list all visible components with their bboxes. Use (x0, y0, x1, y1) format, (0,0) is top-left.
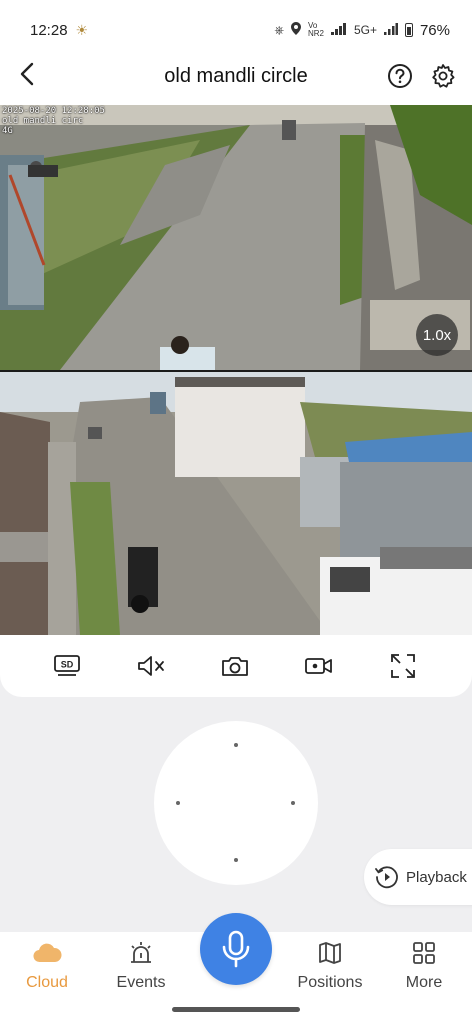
volte-icon: Vo NR2 (307, 21, 324, 38)
talk-button[interactable] (200, 913, 272, 985)
help-icon (388, 64, 412, 88)
nav-cloud[interactable]: Cloud (7, 938, 87, 998)
nav-positions[interactable]: Positions (290, 938, 370, 998)
weather-icon: ☀ (75, 21, 89, 38)
playback-button[interactable]: Playback (364, 849, 472, 905)
zoom-indicator[interactable]: 1.0x (416, 314, 458, 356)
nav-events-label: Events (116, 974, 166, 991)
camera-feed-1[interactable]: 2025-08-20 12:28:05 old mandli circ 4G (0, 105, 472, 370)
camera-feed-2-image (0, 372, 472, 635)
signal-icon-2 (383, 22, 398, 38)
status-time: 12:28 (30, 21, 68, 39)
sd-quality-icon: SD (54, 655, 80, 676)
ptz-up[interactable] (234, 743, 238, 747)
location-icon (290, 22, 301, 38)
fullscreen-button[interactable] (388, 651, 418, 681)
video-toolbar: SD (0, 635, 472, 697)
gear-icon (432, 64, 455, 88)
chevron-left-icon (20, 62, 34, 86)
osd-network: 4G (2, 126, 13, 136)
osd-timestamp: 2025-08-20 12:28:05 (2, 106, 105, 116)
status-indicators: ⎈ Vo NR2 5G+ 76% (274, 22, 450, 39)
alarm-icon (131, 942, 151, 963)
cloud-icon (33, 943, 62, 963)
quality-label: SD (61, 660, 74, 670)
battery-icon (404, 23, 413, 37)
back-button[interactable] (14, 58, 42, 90)
osd-camera-name: old mandli circ (2, 116, 84, 126)
ptz-down[interactable] (234, 858, 238, 862)
ptz-right[interactable] (291, 801, 295, 805)
page-title: old mandli circle (164, 64, 308, 87)
quality-button[interactable]: SD (52, 651, 82, 681)
ptz-joystick[interactable] (154, 721, 318, 885)
nav-more[interactable]: More (384, 938, 464, 998)
home-indicator[interactable] (172, 1007, 300, 1012)
ptz-left[interactable] (176, 801, 180, 805)
nav-events[interactable]: Events (101, 938, 181, 998)
fullscreen-icon (391, 654, 415, 678)
nav-more-label: More (405, 974, 443, 991)
microphone-icon (222, 930, 250, 968)
zoom-level: 1.0x (422, 326, 452, 344)
camera-icon (222, 657, 248, 676)
grid-icon (413, 942, 435, 964)
nav-positions-label: Positions (297, 974, 363, 991)
header: old mandli circle (0, 50, 472, 102)
camera-feed-1-image (0, 105, 472, 370)
snapshot-button[interactable] (220, 651, 250, 681)
record-button[interactable] (304, 651, 334, 681)
settings-button[interactable] (430, 63, 456, 89)
network-type: 5G+ (353, 23, 377, 37)
speaker-mute-icon (138, 656, 164, 676)
help-button[interactable] (387, 63, 413, 89)
camera-osd: 2025-08-20 12:28:05 old mandli circ 4G (2, 106, 105, 136)
playback-label: Playback (406, 868, 467, 886)
mute-button[interactable] (136, 651, 166, 681)
nfc-icon: ⎈ (274, 22, 284, 37)
map-icon (319, 942, 341, 964)
battery-level: 76% (419, 21, 450, 39)
nav-cloud-label: Cloud (26, 974, 68, 991)
video-record-icon (305, 658, 332, 674)
camera-feed-2[interactable] (0, 372, 472, 635)
signal-icon (330, 22, 347, 38)
playback-history-icon (375, 866, 398, 889)
